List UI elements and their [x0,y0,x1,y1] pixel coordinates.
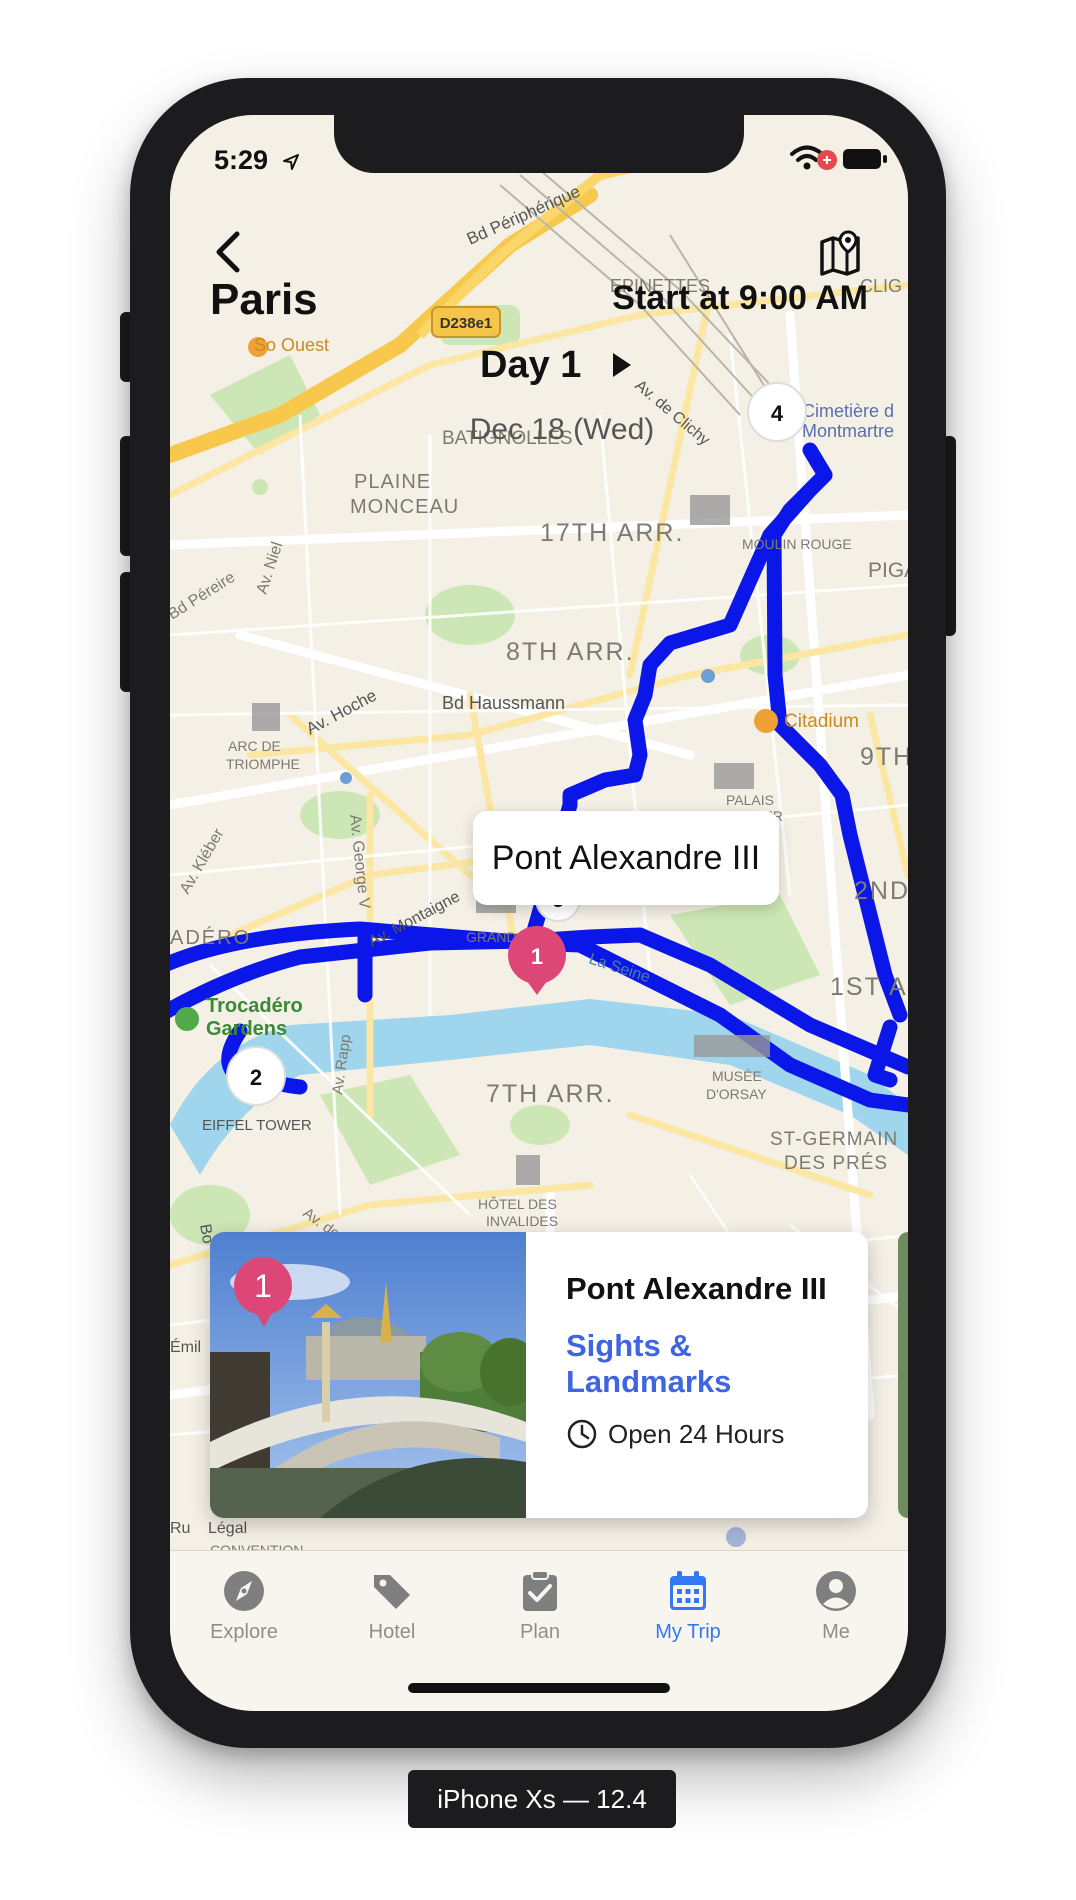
svg-text:2: 2 [250,1065,262,1090]
tab-my-trip[interactable]: My Trip [614,1551,762,1661]
play-icon [613,353,632,377]
compass-icon [220,1567,268,1615]
page-title: Paris [210,275,318,324]
map-pin-icon [820,230,860,276]
place-hours: Open 24 Hours [566,1418,862,1450]
place-card[interactable]: 1 Pont Alexandre III Sights & Landmarks … [210,1232,868,1518]
map-label: 8TH ARR. [506,638,635,666]
map-label: PLAINE [354,471,431,493]
clock-icon [567,1419,597,1449]
phone-screen: So Ouest Bd Périphérique EPINETTES CLIG … [170,115,908,1711]
map-label: ADÉRO [170,926,251,949]
day-selector[interactable]: Day 1 [480,340,637,390]
map-callout[interactable]: Pont Alexandre III [473,811,779,905]
map-label: PIGAL [868,559,908,582]
status-time: 5:29 [214,145,300,176]
stop-number-badge: 1 [234,1257,292,1327]
map-label: HÔTEL DES [478,1196,557,1212]
map-label: GRAND [466,929,517,945]
next-place-card-peek[interactable] [898,1232,908,1518]
map-label: MONCEAU [350,496,459,518]
map-label: Ru [170,1520,190,1537]
checklist-icon [516,1567,564,1615]
tab-me[interactable]: Me [762,1551,908,1661]
day-date: Dec 18 (Wed) [469,413,655,446]
map-view-toggle-button[interactable] [810,223,870,283]
stop-marker-2[interactable]: 2 [226,1046,286,1106]
map-label: Légal [208,1520,247,1537]
next-day-button[interactable] [607,348,637,382]
callout-title: Pont Alexandre III [491,838,761,877]
tab-hotel[interactable]: Hotel [318,1551,466,1661]
map-label: Montmartre [802,421,894,441]
map-label: Émil [170,1337,201,1356]
person-icon [812,1567,860,1615]
map-label: D'ORSAY [706,1086,767,1102]
map-label: Bd Haussmann [442,693,565,713]
map-label: MOULIN ROUGE [742,536,852,552]
map-label: Cimetière d [802,401,894,421]
record-indicator-icon [817,150,837,170]
tab-explore[interactable]: Explore [170,1551,318,1661]
place-name: Pont Alexandre III [566,1271,827,1306]
map-label: MUSÉE [712,1068,762,1084]
calendar-icon [664,1567,712,1615]
map-label: Trocadéro [206,995,303,1017]
road-shield: D238e1 [440,315,493,332]
map-label: 17TH ARR. [540,519,684,547]
map-label: 7TH ARR. [486,1080,615,1108]
tab-plan[interactable]: Plan [466,1551,614,1661]
status-icons [790,145,890,173]
simulator-label: iPhone Xs — 12.4 [408,1770,676,1828]
tag-icon [368,1567,416,1615]
map-label: INVALIDES [486,1213,558,1229]
chevron-left-icon [216,231,240,273]
map-label: Citadium [784,711,859,732]
back-button[interactable] [206,225,250,279]
map-label: ST-GERMAIN [770,1129,898,1150]
map-label: PALAIS [726,792,774,808]
place-category[interactable]: Sights & Landmarks [566,1328,862,1400]
hours-text: Open 24 Hours [608,1418,785,1449]
location-arrow-icon [282,154,299,170]
place-info: Pont Alexandre III Sights & Landmarks Op… [566,1268,862,1450]
home-indicator[interactable] [408,1683,670,1693]
map-label: 1ST A [830,973,908,1001]
svg-text:4: 4 [771,401,784,426]
start-time-button[interactable]: Start at 9:00 AM [612,279,868,318]
notch [334,115,744,173]
svg-text:1: 1 [531,944,543,969]
map-label: 2ND [854,877,908,905]
map-label: ARC DE [228,738,281,754]
stop-marker-4[interactable]: 4 [747,382,807,442]
map-label: Gardens [206,1018,287,1040]
day-title: Day 1 [480,343,582,386]
battery-icon [843,149,887,169]
map-label: So Ouest [254,335,329,355]
map-label: TRIOMPHE [226,756,300,772]
map-label: CONVENTION [210,1542,303,1550]
map-label: DES PRÉS [784,1153,888,1174]
map-label: 9TH [860,743,908,771]
map-label: EIFFEL TOWER [202,1117,312,1134]
